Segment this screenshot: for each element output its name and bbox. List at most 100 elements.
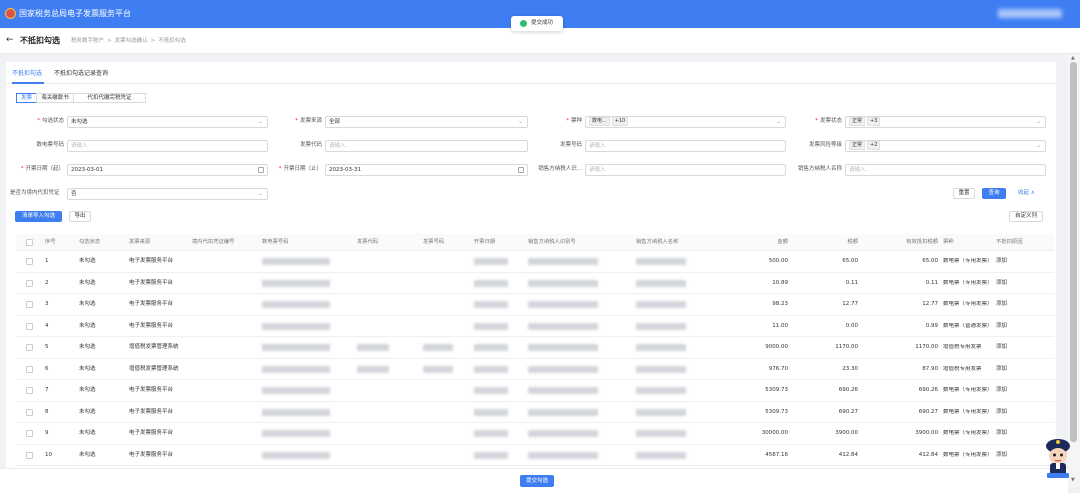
row-valid-tax: 12.77 bbox=[922, 301, 938, 307]
redacted-seller-id bbox=[528, 279, 598, 287]
redacted-seller-name bbox=[636, 365, 686, 373]
row-number: 1 bbox=[45, 258, 49, 264]
row-status: 未勾选 bbox=[79, 279, 96, 286]
add-reason-link[interactable]: 添加 bbox=[996, 258, 1007, 265]
row-source: 增值税发票管理系统 bbox=[129, 344, 179, 350]
table-row[interactable]: 5 未勾选 增值税发票管理系统 9000.00 1170.00 1170.00 增值税专用发… bbox=[16, 337, 1054, 359]
segment-customs[interactable]: 海关缴款书 bbox=[36, 93, 74, 103]
add-reason-link[interactable]: 添加 bbox=[996, 366, 1007, 373]
tag: 数电... bbox=[589, 117, 610, 126]
row-checkbox[interactable] bbox=[26, 430, 33, 437]
label-proxy-voucher: 是否为境内代扣凭证 bbox=[10, 190, 60, 196]
collapse-link[interactable]: 收起 ∧ bbox=[1018, 190, 1035, 197]
breadcrumb-item[interactable]: 发票勾选确认 bbox=[115, 38, 148, 44]
add-reason-link[interactable]: 添加 bbox=[996, 323, 1007, 330]
select-status-dropdown[interactable]: 未勾选 ⌄ bbox=[67, 116, 268, 128]
scroll-thumb[interactable] bbox=[1070, 62, 1077, 442]
tab-deduct-select[interactable]: 不抵扣勾选 bbox=[12, 70, 42, 78]
table-row[interactable]: 1 未勾选 电子发票服务平台 500.00 65.00 65.00 数电票（专用发票） 添加 bbox=[16, 251, 1054, 273]
redacted-seller-name bbox=[636, 430, 686, 437]
breadcrumb-item[interactable]: 税务数字账户 bbox=[71, 38, 104, 44]
ticket-type-select[interactable]: 数电... +10 ⌄ bbox=[585, 116, 786, 128]
back-arrow-icon[interactable]: ← bbox=[6, 35, 14, 45]
add-reason-link[interactable]: 添加 bbox=[996, 409, 1007, 416]
row-valid-tax: 3900.00 bbox=[915, 430, 938, 436]
submit-button[interactable]: 提交勾选 bbox=[520, 475, 554, 487]
row-valid-tax: 1170.00 bbox=[915, 344, 938, 350]
table-row[interactable]: 8 未勾选 电子发票服务平台 5309.73 690.27 690.27 数电票（专用发票）… bbox=[16, 402, 1054, 423]
row-valid-tax: 690.26 bbox=[918, 387, 938, 393]
row-amount: 9000.00 bbox=[765, 344, 788, 350]
proxy-voucher-dropdown[interactable]: 否 ⌄ bbox=[67, 188, 268, 200]
row-checkbox[interactable] bbox=[26, 301, 33, 308]
col-header: 金额 bbox=[777, 239, 788, 245]
table-row[interactable]: 7 未勾选 电子发票服务平台 5309.73 690.26 690.26 数电票（专用发票）… bbox=[16, 380, 1054, 402]
label-invoice-number: 发票号码 bbox=[559, 142, 582, 148]
row-checkbox[interactable] bbox=[26, 408, 33, 416]
row-checkbox[interactable] bbox=[26, 279, 33, 287]
segment-invoice[interactable]: 发票 bbox=[16, 93, 37, 103]
risk-level-select[interactable]: 正常 +2 ⌄ bbox=[845, 140, 1046, 152]
page-scrollbar[interactable]: ▲ ▼ bbox=[1068, 54, 1080, 486]
table-row[interactable]: 2 未勾选 电子发票服务平台 10.89 0.11 0.11 数电票（专用发票） 添加 bbox=[16, 273, 1054, 294]
redacted-shudian-number bbox=[262, 408, 330, 416]
add-reason-link[interactable]: 添加 bbox=[996, 280, 1007, 287]
row-checkbox[interactable] bbox=[26, 387, 33, 394]
invoice-code-input[interactable]: 请输入 bbox=[325, 140, 528, 152]
end-date-picker[interactable]: 2023-03-31 bbox=[325, 164, 528, 176]
table-row[interactable]: 10 未勾选 电子发票服务平台 4587.16 412.84 412.84 数电票（专用发票… bbox=[16, 445, 1054, 466]
redacted-seller-id bbox=[528, 344, 598, 351]
start-date-picker[interactable]: 2023-03-01 bbox=[67, 164, 268, 176]
label-source: * 发票来源 bbox=[295, 118, 322, 124]
redacted-shudian-number bbox=[262, 365, 330, 373]
query-button[interactable]: 查询 bbox=[982, 188, 1006, 199]
tab-record-query[interactable]: 不抵扣勾选记录查询 bbox=[54, 70, 108, 78]
table-row[interactable]: 9 未勾选 电子发票服务平台 30000.00 3900.00 3900.00 数电票（专用… bbox=[16, 423, 1054, 445]
assistant-mascot-icon[interactable] bbox=[1043, 432, 1073, 480]
table-row[interactable]: 6 未勾选 增值税发票管理系统 976.70 23.30 87.90 增值税专用发票 添加 bbox=[16, 359, 1054, 380]
select-all-checkbox[interactable] bbox=[26, 239, 33, 246]
add-reason-link[interactable]: 添加 bbox=[996, 387, 1007, 394]
table-row[interactable]: 4 未勾选 电子发票服务平台 11.00 0.00 0.99 数电票（普通发票） 添加 bbox=[16, 316, 1054, 337]
seller-id-input[interactable]: 请输入 bbox=[585, 164, 786, 176]
scroll-up-icon[interactable]: ▲ bbox=[1071, 56, 1075, 61]
redacted-date bbox=[474, 408, 508, 416]
row-number: 10 bbox=[45, 451, 52, 458]
redacted-shudian-number bbox=[262, 344, 330, 351]
reset-button[interactable]: 重置 bbox=[953, 188, 975, 199]
redacted-date bbox=[474, 451, 508, 459]
row-valid-tax: 0.11 bbox=[925, 279, 938, 286]
seller-name-input[interactable]: 请输入 bbox=[845, 164, 1046, 176]
row-checkbox[interactable] bbox=[26, 322, 33, 330]
add-reason-link[interactable]: 添加 bbox=[996, 430, 1007, 437]
invoice-status-select[interactable]: 正常 +3 ⌄ bbox=[845, 116, 1046, 128]
batch-import-button[interactable]: 清单导入勾选 bbox=[15, 211, 62, 222]
export-button[interactable]: 导出 bbox=[69, 211, 91, 222]
add-reason-link[interactable]: 添加 bbox=[996, 344, 1007, 351]
add-reason-link[interactable]: 添加 bbox=[996, 452, 1007, 459]
segment-withholding[interactable]: 代扣代缴完税凭证 bbox=[73, 93, 146, 103]
calendar-icon bbox=[258, 167, 264, 173]
row-amount: 11.00 bbox=[772, 322, 788, 329]
row-checkbox[interactable] bbox=[26, 344, 33, 351]
redacted-date bbox=[474, 258, 508, 265]
add-reason-link[interactable]: 添加 bbox=[996, 301, 1007, 308]
row-ticket-type: 数电票（普通发票） bbox=[943, 322, 993, 329]
redacted-seller-name bbox=[636, 279, 686, 287]
col-header: 销售方纳税人名称 bbox=[636, 239, 679, 245]
redacted-seller-name bbox=[636, 344, 686, 351]
breadcrumb-separator: > bbox=[107, 38, 112, 44]
row-valid-tax: 65.00 bbox=[922, 258, 938, 264]
invoice-number-input[interactable]: 请输入 bbox=[585, 140, 786, 152]
page-title: 不抵扣勾选 bbox=[20, 36, 60, 45]
shudian-number-input[interactable]: 请输入 bbox=[67, 140, 268, 152]
row-checkbox[interactable] bbox=[26, 258, 33, 265]
source-dropdown[interactable]: 全部 ⌄ bbox=[325, 116, 528, 128]
row-checkbox[interactable] bbox=[26, 451, 33, 459]
custom-columns-button[interactable]: 自定义列 bbox=[1009, 211, 1043, 222]
table-row[interactable]: 3 未勾选 电子发票服务平台 98.23 12.77 12.77 数电票（专用发票） 添加 bbox=[16, 294, 1054, 316]
row-checkbox[interactable] bbox=[26, 365, 33, 373]
tag-more: +10 bbox=[611, 117, 629, 126]
row-source: 电子发票服务平台 bbox=[129, 408, 174, 415]
user-info[interactable] bbox=[998, 9, 1062, 18]
